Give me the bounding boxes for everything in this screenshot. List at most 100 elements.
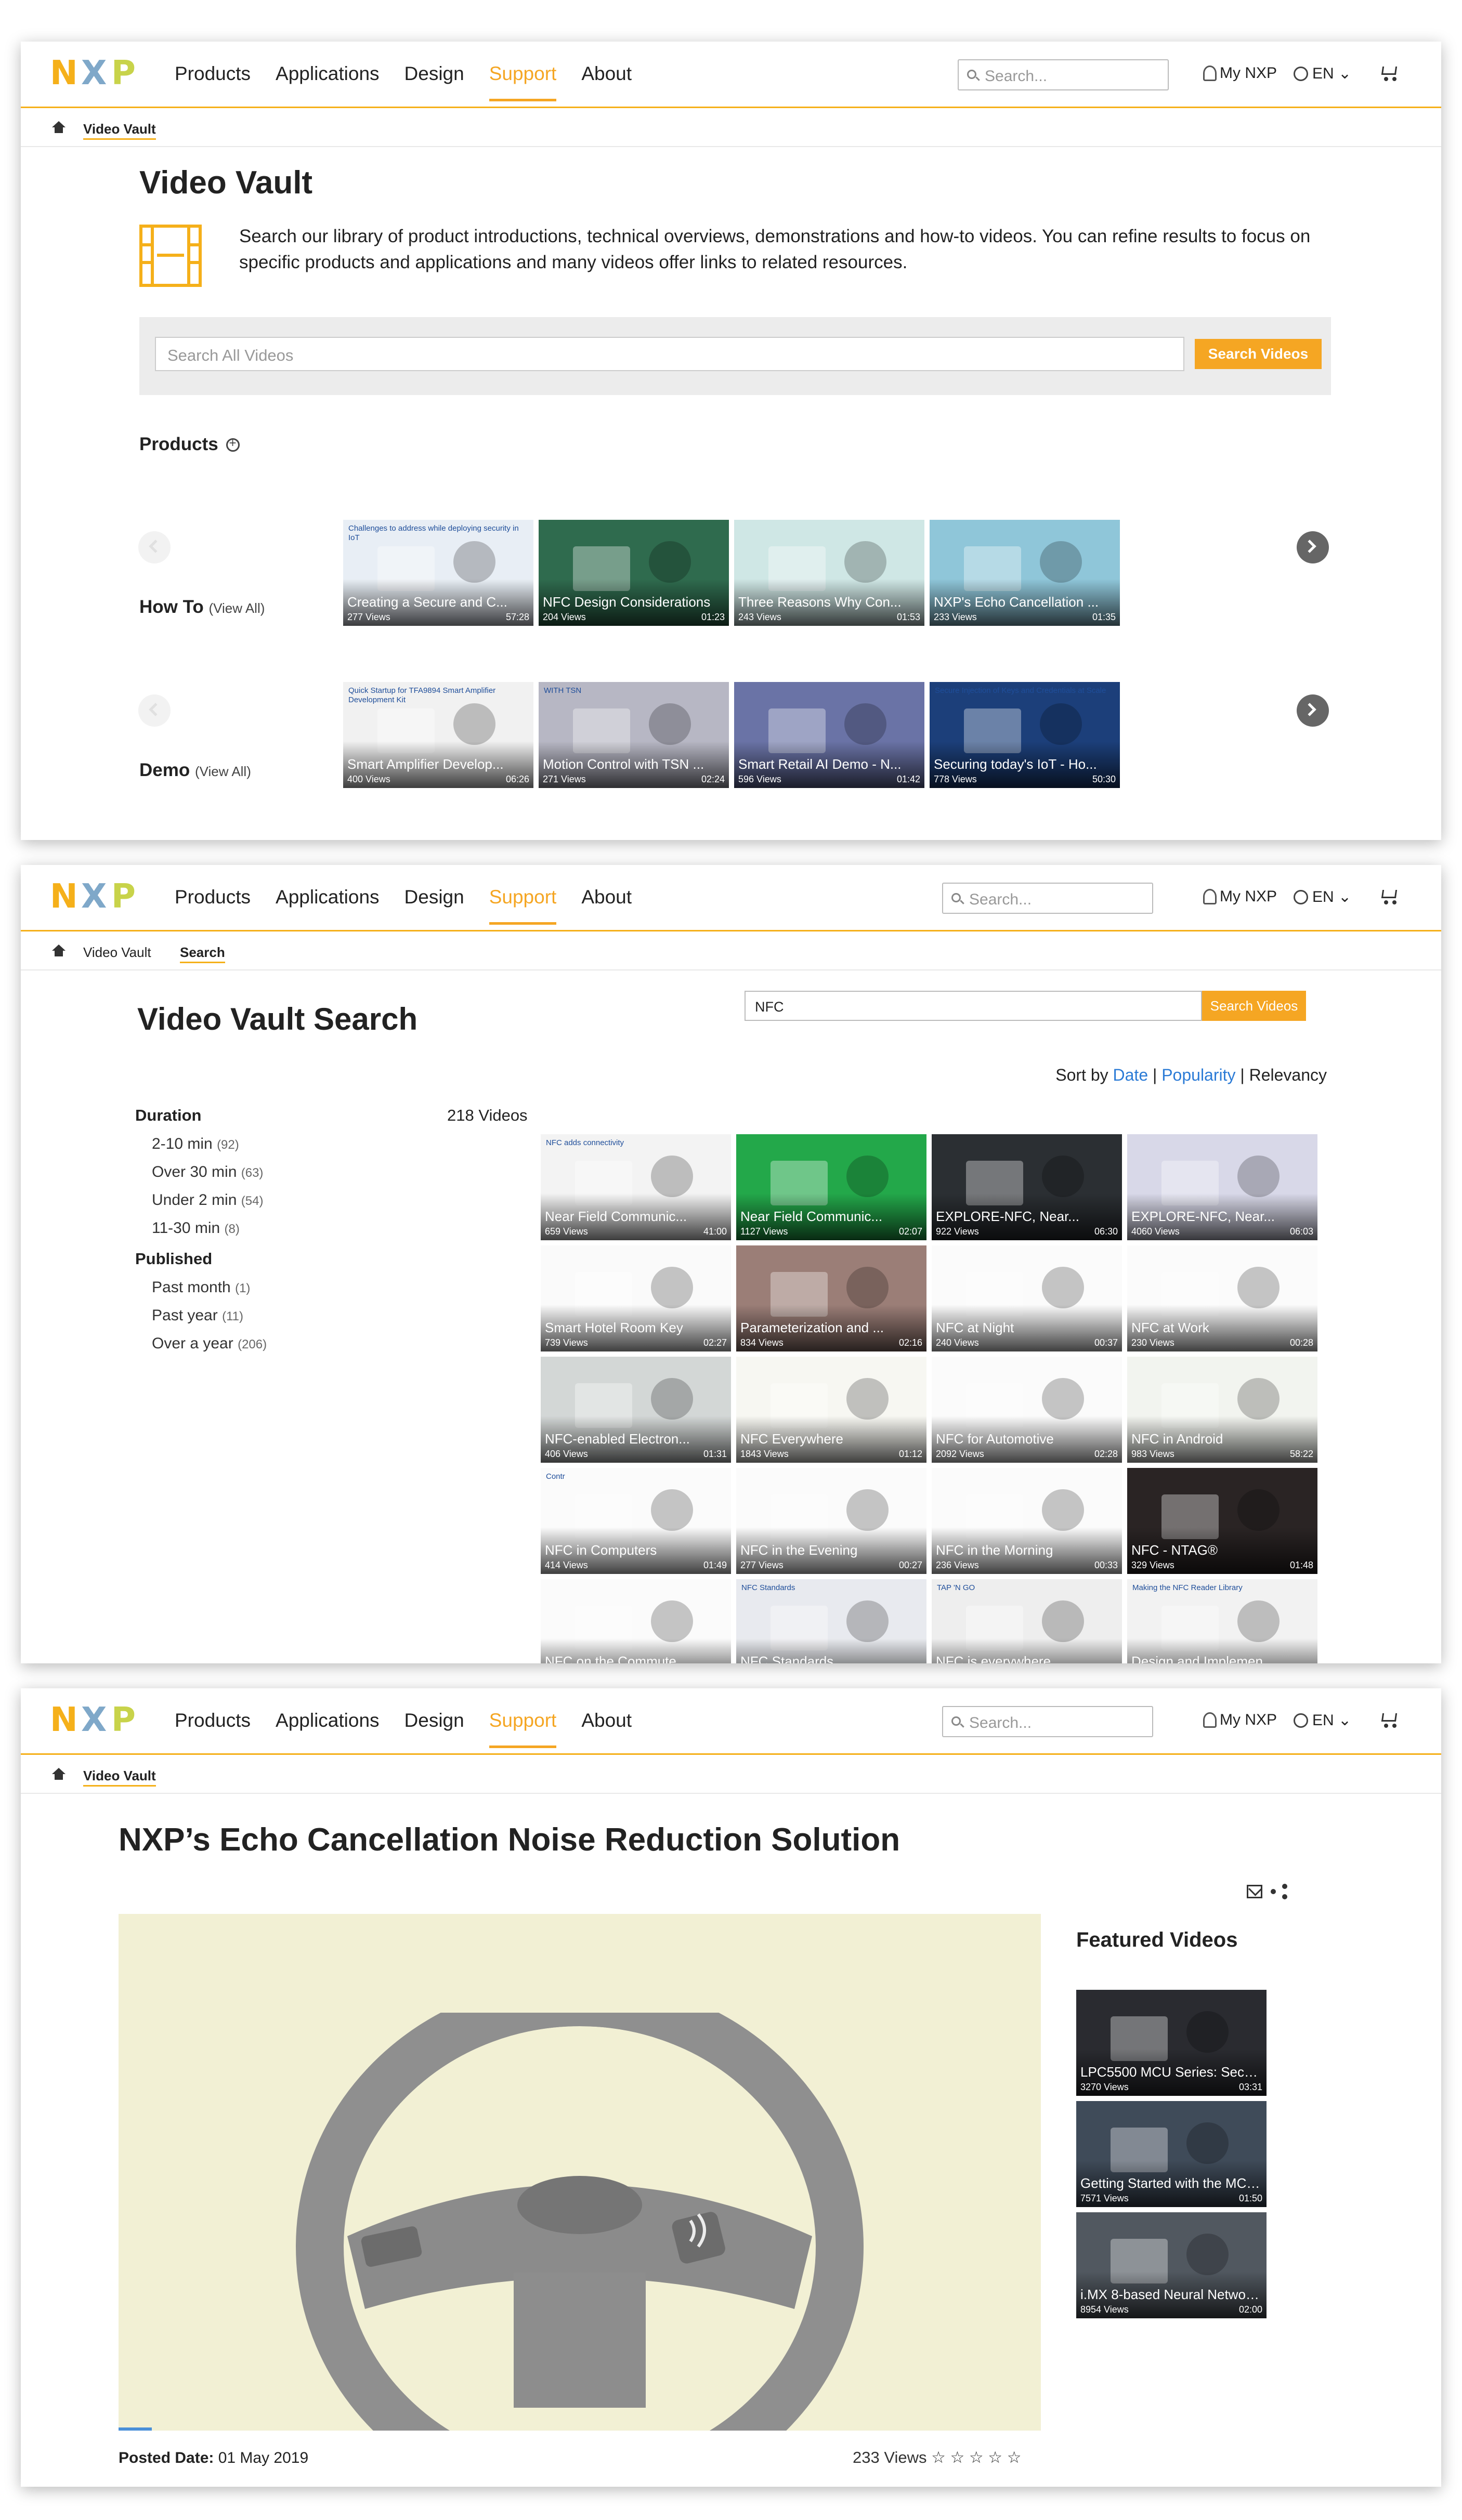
video-thumbnail[interactable]: Secure Injection of Keys and Credentials…	[930, 682, 1120, 788]
carousel-prev-how-to[interactable]	[138, 694, 171, 727]
share-icon[interactable]	[1271, 1884, 1288, 1899]
nav-applications[interactable]: Applications	[276, 886, 380, 909]
video-thumbnail[interactable]: WITH TSN Motion Control with TSN ... 271 V…	[539, 682, 729, 788]
video-thumbnail[interactable]: NFC Standards NFC Standards	[736, 1579, 926, 1663]
thumbnail-caption: WITH TSN	[544, 686, 582, 695]
video-search-input[interactable]: Search All Videos	[155, 337, 1184, 371]
sort-relevancy-option[interactable]: Relevancy	[1249, 1066, 1327, 1084]
video-thumbnail[interactable]: i.MX 8-based Neural Networks... 8954 View…	[1076, 2212, 1267, 2318]
site-search-input[interactable]: Search...	[942, 1706, 1153, 1737]
video-thumbnail[interactable]: EXPLORE-NFC, Near... 922 Views 06:30	[932, 1134, 1122, 1240]
video-thumbnail[interactable]: NFC at Night 240 Views 00:37	[932, 1245, 1122, 1351]
section-demo[interactable]: Demo (View All)	[139, 760, 251, 781]
video-thumbnail[interactable]: NFC in the Evening 277 Views 00:27	[736, 1468, 926, 1574]
video-search-input[interactable]: NFC	[745, 991, 1202, 1021]
nav-design[interactable]: Design	[404, 62, 464, 85]
video-thumbnail[interactable]: NFC on the Commute	[541, 1579, 731, 1663]
nav-design[interactable]: Design	[404, 886, 464, 909]
video-thumbnail[interactable]: Three Reasons Why Con... 243 Views 01:53	[734, 520, 924, 626]
breadcrumb-search[interactable]: Search	[180, 944, 225, 963]
language-selector[interactable]: EN ⌄	[1294, 1711, 1351, 1729]
language-selector[interactable]: EN ⌄	[1294, 64, 1351, 83]
nav-products[interactable]: Products	[175, 1709, 251, 1732]
video-thumbnail[interactable]: NFC in Android 983 Views 58:22	[1127, 1357, 1317, 1463]
sort-date-link[interactable]: Date	[1113, 1066, 1148, 1084]
search-videos-button[interactable]: Search Videos	[1195, 339, 1322, 369]
globe-icon	[1294, 67, 1308, 81]
site-search-input[interactable]: Search...	[958, 59, 1169, 90]
video-thumbnail[interactable]: NXP's Echo Cancellation ... 233 Views 01:3…	[930, 520, 1120, 626]
video-thumbnail[interactable]: NFC in the Morning 236 Views 00:33	[932, 1468, 1122, 1574]
home-icon[interactable]	[52, 121, 66, 134]
video-thumbnail[interactable]: TAP 'N GO NFC is everywhere	[932, 1579, 1122, 1663]
my-nxp-link[interactable]: My NXP	[1203, 888, 1277, 905]
nav-products[interactable]: Products	[175, 886, 251, 909]
section-products[interactable]: Products	[139, 434, 240, 455]
nav-about[interactable]: About	[581, 886, 632, 909]
video-thumbnail[interactable]: NFC - NTAG® 329 Views 01:48	[1127, 1468, 1317, 1574]
video-thumbnail[interactable]: EXPLORE-NFC, Near... 4060 Views 06:03	[1127, 1134, 1317, 1240]
video-thumbnail[interactable]: NFC for Automotive 2092 Views 02:28	[932, 1357, 1122, 1463]
video-thumbnail[interactable]: NFC-enabled Electron... 406 Views 01:31	[541, 1357, 731, 1463]
facet-filter-option[interactable]: 11-30 min (8)	[152, 1219, 240, 1237]
language-selector[interactable]: EN ⌄	[1294, 888, 1351, 906]
nav-applications[interactable]: Applications	[276, 1709, 380, 1732]
my-nxp-link[interactable]: My NXP	[1203, 1711, 1277, 1729]
search-videos-button[interactable]: Search Videos	[1202, 991, 1306, 1021]
section-how-to[interactable]: How To (View All)	[139, 597, 265, 618]
video-thumbnail[interactable]: LPC5500 MCU Series: Securi... 3270 Views 0…	[1076, 1990, 1267, 2096]
video-thumbnail[interactable]: Smart Hotel Room Key 739 Views 02:27	[541, 1245, 731, 1351]
facet-filter-option[interactable]: Over 30 min (63)	[152, 1163, 263, 1181]
star-rating[interactable]: ☆ ☆ ☆ ☆ ☆	[931, 2448, 1021, 2466]
breadcrumb-video-vault[interactable]: Video Vault	[83, 121, 156, 140]
sort-popularity-link[interactable]: Popularity	[1161, 1066, 1235, 1084]
nav-design[interactable]: Design	[404, 1709, 464, 1732]
video-thumbnail[interactable]: NFC at Work 230 Views 00:28	[1127, 1245, 1317, 1351]
nxp-logo[interactable]: N X P	[50, 57, 147, 90]
video-progress-bar[interactable]	[119, 2427, 152, 2431]
video-player[interactable]	[119, 1914, 1041, 2431]
cart-icon[interactable]	[1380, 1711, 1398, 1728]
video-thumbnail[interactable]: NFC Design Considerations 204 Views 01:23	[539, 520, 729, 626]
nav-about[interactable]: About	[581, 62, 632, 85]
breadcrumb-video-vault[interactable]: Video Vault	[83, 1768, 156, 1787]
nav-support[interactable]: Support	[489, 62, 556, 101]
video-thumbnail[interactable]: Challenges to address while deploying se…	[343, 520, 533, 626]
carousel-next-products[interactable]	[1297, 531, 1329, 563]
home-icon[interactable]	[52, 944, 66, 957]
plus-circle-icon[interactable]	[226, 436, 240, 452]
nav-products[interactable]: Products	[175, 62, 251, 85]
video-thumbnail[interactable]: NFC adds connectivity Near Field Communic…	[541, 1134, 731, 1240]
video-thumbnail[interactable]: Near Field Communic... 1127 Views 02:07	[736, 1134, 926, 1240]
carousel-next-how-to[interactable]	[1297, 694, 1329, 727]
view-all-demo-link[interactable]: (View All)	[195, 764, 251, 779]
email-icon[interactable]	[1247, 1885, 1262, 1898]
video-thumbnail[interactable]: Contr NFC in Computers 414 Views 01:49	[541, 1468, 731, 1574]
cart-icon[interactable]	[1380, 64, 1398, 81]
nxp-logo[interactable]: N X P	[50, 880, 147, 913]
section-demo-label: Demo	[139, 760, 190, 780]
facet-filter-option[interactable]: Under 2 min (54)	[152, 1191, 263, 1209]
facet-filter-option[interactable]: Past month (1)	[152, 1279, 250, 1296]
nav-about[interactable]: About	[581, 1709, 632, 1732]
view-all-how-to-link[interactable]: (View All)	[209, 600, 265, 616]
nav-support[interactable]: Support	[489, 886, 556, 925]
breadcrumb-video-vault[interactable]: Video Vault	[83, 944, 151, 961]
facet-filter-option[interactable]: Over a year (206)	[152, 1335, 267, 1353]
carousel-prev-products[interactable]	[138, 531, 171, 563]
my-nxp-link[interactable]: My NXP	[1203, 64, 1277, 82]
video-thumbnail[interactable]: Making the NFC Reader Library Design and …	[1127, 1579, 1317, 1663]
site-search-input[interactable]: Search...	[942, 883, 1153, 914]
nav-applications[interactable]: Applications	[276, 62, 380, 85]
video-thumbnail[interactable]: Parameterization and ... 834 Views 02:16	[736, 1245, 926, 1351]
video-thumbnail[interactable]: Quick Startup for TFA9894 Smart Amplifie…	[343, 682, 533, 788]
video-thumbnail[interactable]: Getting Started with the MCU... 7571 View…	[1076, 2101, 1267, 2207]
nav-support[interactable]: Support	[489, 1709, 556, 1748]
nxp-logo[interactable]: N X P	[50, 1703, 147, 1737]
video-thumbnail[interactable]: Smart Retail AI Demo - N... 596 Views 01:4…	[734, 682, 924, 788]
facet-filter-option[interactable]: Past year (11)	[152, 1307, 243, 1324]
home-icon[interactable]	[52, 1768, 66, 1780]
facet-filter-option[interactable]: 2-10 min (92)	[152, 1135, 239, 1153]
video-thumbnail[interactable]: NFC Everywhere 1843 Views 01:12	[736, 1357, 926, 1463]
cart-icon[interactable]	[1380, 888, 1398, 904]
